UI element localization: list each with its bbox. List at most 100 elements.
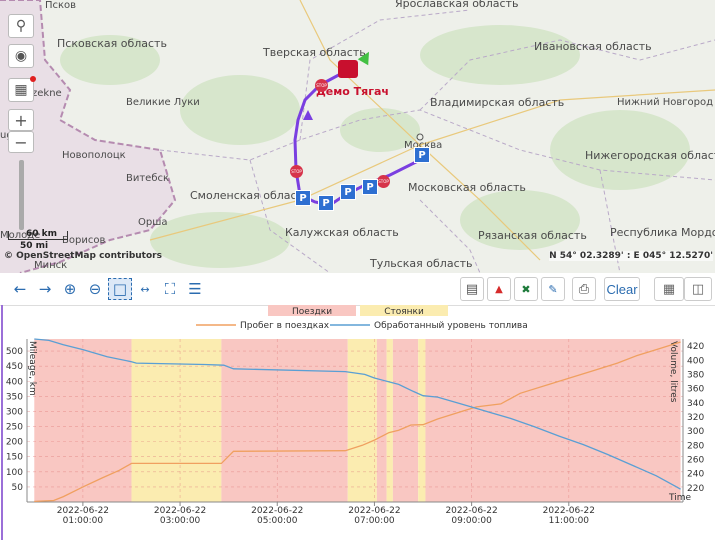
forward-button[interactable]: →	[33, 278, 57, 300]
split-view-icon: ◫	[691, 281, 705, 297]
pdf-icon: ▲	[495, 283, 503, 295]
y-axis-label-left: Mileage, km	[27, 341, 37, 396]
map-view[interactable]: Ярославская область Тверская область Ива…	[0, 0, 715, 273]
document-icon: ▤	[465, 281, 479, 297]
stop-marker-icon[interactable]: STOP	[377, 175, 390, 188]
print-button[interactable]: ⎙	[572, 277, 596, 301]
select-area-button[interactable]: □	[108, 278, 132, 300]
x-tick-date: 2022-06-22	[445, 506, 497, 516]
city-label-pskov: Псков	[45, 0, 77, 11]
trip-band	[376, 339, 387, 502]
chart-toolbar: ← → ⊕ ⊖ □ ↔ ⛶ ☰ ▤ ▲ ✖ ✎ ⎙ Clear ▦ ◫	[0, 273, 715, 306]
y-tick-left: 150	[6, 453, 23, 463]
eye-icon: ◉	[14, 48, 28, 64]
x-tick-date: 2022-06-22	[543, 506, 595, 516]
y-tick-left: 200	[6, 438, 23, 448]
attribution[interactable]: © OpenStreetMap contributors	[4, 251, 162, 261]
region-label-ryazan: Рязанская область	[478, 229, 587, 242]
fit-button[interactable]: ⛶	[158, 278, 182, 300]
chart-svg[interactable]: Поездки Стоянки Пробег в поездках Обработан…	[0, 305, 715, 540]
x-tick-time: 09:00:00	[451, 516, 492, 526]
split-view-button[interactable]: ◫	[684, 277, 712, 301]
region-label-mordovia: Республика Мордо	[610, 226, 715, 239]
y-tick-right: 380	[687, 370, 704, 380]
zoom-x-button[interactable]: ↔	[133, 278, 157, 300]
y-tick-right: 240	[687, 470, 704, 480]
parking-marker-icon[interactable]: P	[318, 195, 334, 211]
scale-km-label: 60 km	[26, 229, 58, 239]
city-label-novopolotsk: Новополоцк	[62, 150, 126, 161]
y-tick-left: 250	[6, 423, 23, 433]
region-label-kaluga: Калужская область	[285, 226, 399, 239]
y-tick-left: 450	[6, 362, 23, 372]
visibility-button[interactable]: ◉	[8, 44, 34, 68]
region-label-smolensk: Смоленская область	[190, 189, 310, 202]
region-label-tula: Тульская область	[370, 257, 473, 270]
zoom-x-icon: ↔	[140, 282, 150, 296]
stop-marker-icon[interactable]: STOP	[315, 79, 328, 92]
y-tick-left: 50	[12, 483, 24, 493]
y-tick-right: 400	[687, 356, 704, 366]
select-area-icon: □	[112, 280, 128, 298]
y-tick-right: 320	[687, 413, 704, 423]
back-button[interactable]: ←	[8, 278, 32, 300]
map-icon: ▦	[14, 82, 28, 98]
legend-label-fuel: Обработанный уровень топлива	[374, 321, 528, 331]
region-label-tver: Тверская область	[263, 46, 366, 59]
zoom-in-button[interactable]: +	[8, 109, 34, 131]
city-label-vitebsk: Витебск	[126, 173, 170, 184]
notification-dot-icon	[30, 76, 36, 82]
parking-marker-icon[interactable]: P	[414, 147, 430, 163]
chart-panel[interactable]: Поездки Стоянки Пробег в поездках Обработан…	[0, 305, 715, 540]
city-label-minsk: Минск	[34, 260, 68, 271]
parking-marker-icon[interactable]: P	[362, 179, 378, 195]
map-icon: ▦	[662, 281, 676, 297]
table-view-button[interactable]: ☰	[183, 278, 207, 300]
region-label-yaroslavl: Ярославская область	[395, 0, 519, 10]
trip-band	[221, 339, 348, 502]
x-axis-label: Time	[668, 493, 691, 503]
x-tick-time: 07:00:00	[354, 516, 395, 526]
parking-marker-icon[interactable]: P	[340, 184, 356, 200]
y-tick-right: 280	[687, 441, 704, 451]
x-tick-date: 2022-06-22	[251, 506, 303, 516]
city-label-zekne: zekne	[32, 88, 62, 99]
zoom-slider[interactable]	[19, 160, 24, 230]
x-tick-date: 2022-06-22	[57, 506, 109, 516]
x-tick-time: 05:00:00	[257, 516, 298, 526]
document-button[interactable]: ▤	[460, 277, 484, 301]
search-button[interactable]: ⚲	[8, 14, 34, 38]
y-tick-right: 260	[687, 455, 704, 465]
zoom-in-icon: ⊕	[63, 280, 77, 298]
x-tick-time: 03:00:00	[160, 516, 201, 526]
parking-marker-icon[interactable]: P	[295, 190, 311, 206]
y-tick-right: 300	[687, 427, 704, 437]
layers-button[interactable]: ▦	[8, 78, 34, 102]
y-tick-right: 420	[687, 342, 704, 352]
list-icon: ☰	[188, 280, 202, 298]
y-tick-left: 300	[6, 407, 23, 417]
zoom-in-chart-button[interactable]: ⊕	[58, 278, 82, 300]
word-export-button[interactable]: ✎	[541, 277, 565, 301]
excel-export-button[interactable]: ✖	[514, 277, 538, 301]
y-tick-left: 350	[6, 392, 23, 402]
stop-band	[418, 339, 426, 502]
pdf-export-button[interactable]: ▲	[487, 277, 511, 301]
y-tick-left: 400	[6, 377, 23, 387]
city-label-nizhny: Нижний Новгород	[617, 97, 714, 108]
stop-marker-icon[interactable]: STOP	[290, 165, 303, 178]
region-label-vladimir: Владимирская область	[430, 96, 565, 109]
region-label-ivanovo: Ивановская область	[534, 40, 652, 53]
clear-button[interactable]: Clear	[604, 277, 640, 301]
x-tick-date: 2022-06-22	[154, 506, 206, 516]
legend-label-trips: Поездки	[292, 307, 332, 317]
zoom-out-chart-button[interactable]: ⊖	[83, 278, 107, 300]
printer-icon: ⎙	[578, 281, 590, 297]
stop-band	[347, 339, 377, 502]
x-tick-time: 11:00:00	[549, 516, 590, 526]
truck-icon[interactable]	[338, 60, 358, 78]
x-tick-time: 01:00:00	[63, 516, 104, 526]
zoom-out-button[interactable]: −	[8, 131, 34, 153]
city-label-borisov: Борисов	[62, 235, 106, 246]
map-toggle-button[interactable]: ▦	[654, 277, 684, 301]
